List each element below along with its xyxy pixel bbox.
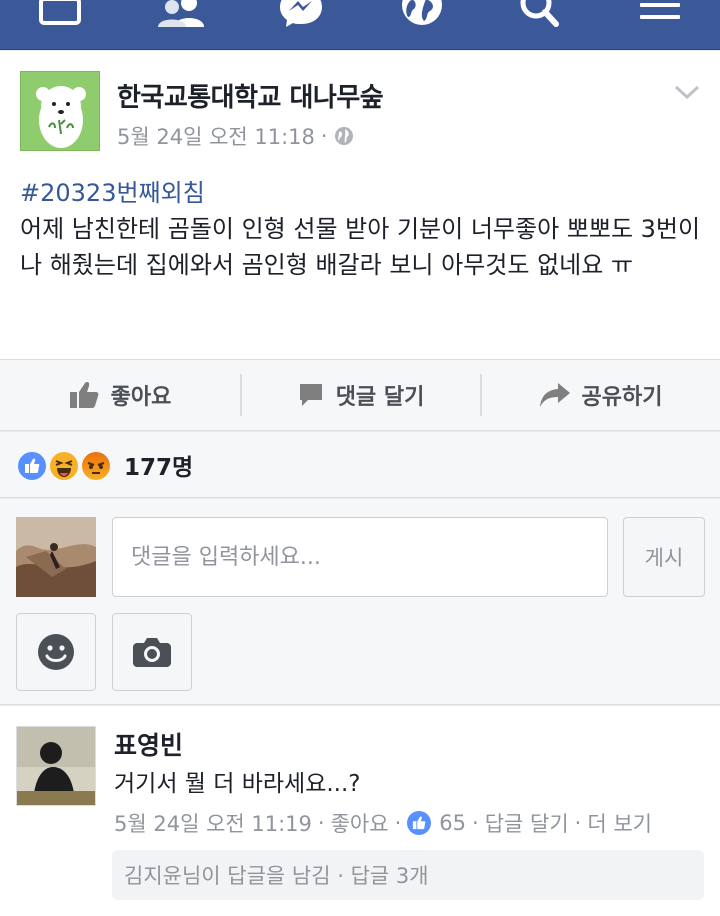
comment-composer: 게시 (0, 499, 720, 705)
notifications-globe-icon[interactable] (400, 0, 444, 28)
angry-reaction-icon (80, 450, 112, 482)
comment-bubble-icon (299, 384, 322, 406)
home-icon[interactable] (38, 0, 82, 28)
meta-separator: · (394, 811, 402, 835)
post-action-bar: 좋아요 댓글 달기 공유하기 (0, 359, 720, 431)
emoji-button[interactable] (16, 613, 96, 691)
post-card: 한국교통대학교 대나무숲 5월 24일 오전 11:18 · #20323번째외… (0, 51, 720, 359)
meta-separator: · (317, 811, 325, 835)
meta-separator: · (472, 811, 479, 835)
share-arrow-icon (539, 383, 570, 407)
comment-more-link[interactable]: 더 보기 (587, 808, 652, 838)
comment-like-link[interactable]: 좋아요 (331, 808, 389, 838)
meta-separator: · (574, 811, 582, 835)
commenter-avatar[interactable] (16, 726, 96, 806)
comment-button[interactable]: 댓글 달기 (242, 360, 480, 430)
meta-separator: · (320, 124, 328, 148)
smiley-icon (38, 634, 74, 670)
messenger-icon[interactable] (280, 0, 322, 28)
share-button[interactable]: 공유하기 (482, 360, 720, 430)
hashtag-link[interactable]: #20323번째외침 (20, 175, 710, 211)
photo-button[interactable] (112, 613, 192, 691)
polar-bear-logo (21, 72, 99, 150)
haha-reaction-icon (48, 450, 80, 482)
like-label: 좋아요 (110, 385, 172, 410)
page-avatar[interactable] (20, 71, 100, 151)
like-reaction-icon (407, 811, 432, 835)
thumbs-up-icon (69, 382, 99, 408)
comment-timestamp[interactable]: 5월 24일 오전 11:19 (114, 808, 312, 838)
camera-icon (133, 638, 171, 667)
post-content: #20323번째외침 어제 남친한테 곰돌이 인형 선물 받아 기분이 너무좋아… (20, 175, 710, 283)
like-reaction-icon (16, 450, 48, 482)
top-nav-bar (0, 0, 720, 50)
post-timestamp[interactable]: 5월 24일 오전 11:18 (117, 121, 315, 151)
search-icon[interactable] (518, 0, 562, 28)
comment-item: 표영빈 거기서 뭘 더 바라세요...? 5월 24일 오전 11:19 · 좋… (0, 706, 720, 916)
replies-preview[interactable]: 김지윤님이 답글을 남김 · 답글 3개 (112, 850, 704, 900)
commenter-name[interactable]: 표영빈 (114, 726, 183, 762)
globe-icon (334, 127, 353, 145)
comment-label: 댓글 달기 (335, 385, 425, 410)
reactions-summary[interactable]: 177명 (0, 432, 720, 498)
post-comment-button[interactable]: 게시 (623, 517, 705, 597)
chevron-down-icon[interactable] (674, 85, 700, 105)
comment-like-count[interactable]: 65 (439, 811, 466, 835)
post-meta: 5월 24일 오전 11:18 · (117, 121, 354, 151)
reaction-count[interactable]: 177명 (124, 448, 193, 482)
friend-requests-icon[interactable] (156, 0, 206, 28)
menu-icon[interactable] (638, 0, 682, 28)
page-name[interactable]: 한국교통대학교 대나무숲 (117, 77, 384, 114)
like-button[interactable]: 좋아요 (0, 360, 240, 430)
post-text: 어제 남친한테 곰돌이 인형 선물 받아 기분이 너무좋아 뽀뽀도 3번이나 해… (20, 215, 701, 279)
user-avatar (16, 517, 96, 597)
reaction-icons (16, 450, 116, 482)
comment-meta: 5월 24일 오전 11:19 · 좋아요 · 65 · 답글 달기 · 더 보… (114, 808, 652, 838)
comment-text: 거기서 뭘 더 바라세요...? (114, 771, 361, 797)
comment-input[interactable] (112, 517, 608, 597)
comment-reply-link[interactable]: 답글 달기 (485, 808, 569, 838)
share-label: 공유하기 (581, 385, 663, 410)
